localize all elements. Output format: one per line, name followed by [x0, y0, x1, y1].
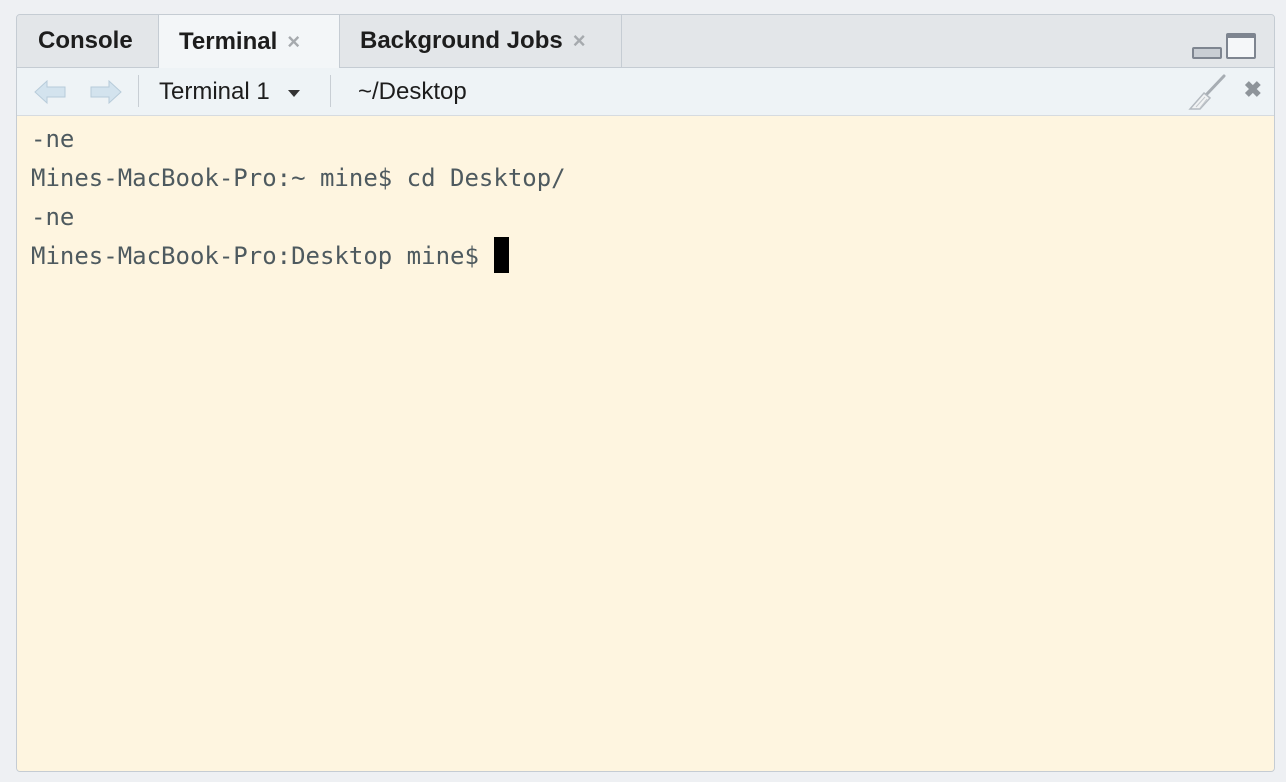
tab-terminal-label: Terminal [179, 27, 278, 55]
previous-terminal-arrow-icon[interactable] [33, 79, 67, 105]
terminal-pane: Console Terminal × Background Jobs × Ter… [16, 14, 1275, 772]
tab-background-jobs-label: Background Jobs [360, 27, 563, 54]
tab-console-label: Console [38, 27, 133, 54]
clear-terminal-broom-icon[interactable] [1186, 73, 1230, 111]
terminal-toolbar: Terminal 1 ~/Desktop ✖ [17, 68, 1274, 116]
terminal-line: Mines-MacBook-Pro:~ mine$ cd Desktop/ [31, 164, 566, 192]
tab-terminal-close-icon[interactable]: × [287, 30, 300, 53]
tab-background-jobs-close-icon[interactable]: × [573, 30, 586, 52]
terminal-output[interactable]: -ne Mines-MacBook-Pro:~ mine$ cd Desktop… [17, 116, 1274, 771]
tab-bar: Console Terminal × Background Jobs × [17, 15, 1274, 68]
close-terminal-icon[interactable]: ✖ [1244, 78, 1262, 102]
tab-background-jobs[interactable]: Background Jobs × [340, 15, 622, 67]
terminal-prompt-line: Mines-MacBook-Pro:Desktop mine$ [31, 237, 1274, 276]
working-directory: ~/Desktop [358, 77, 467, 105]
tab-console[interactable]: Console [17, 15, 159, 67]
toolbar-separator [330, 75, 331, 107]
terminal-line: -ne [31, 203, 75, 231]
maximize-pane-icon[interactable] [1226, 33, 1256, 59]
terminal-prompt: Mines-MacBook-Pro:Desktop mine$ [31, 242, 479, 270]
minimize-pane-icon[interactable] [1192, 47, 1222, 59]
terminal-cursor [493, 237, 509, 273]
tab-terminal[interactable]: Terminal × [159, 15, 340, 68]
next-terminal-arrow-icon[interactable] [89, 79, 123, 105]
terminal-selector-dropdown[interactable]: Terminal 1 [159, 68, 300, 115]
pane-window-controls [1192, 33, 1256, 59]
chevron-down-icon [287, 89, 300, 97]
terminal-line: -ne [31, 125, 75, 153]
terminal-selector-label: Terminal 1 [159, 77, 270, 105]
toolbar-separator [138, 75, 139, 107]
